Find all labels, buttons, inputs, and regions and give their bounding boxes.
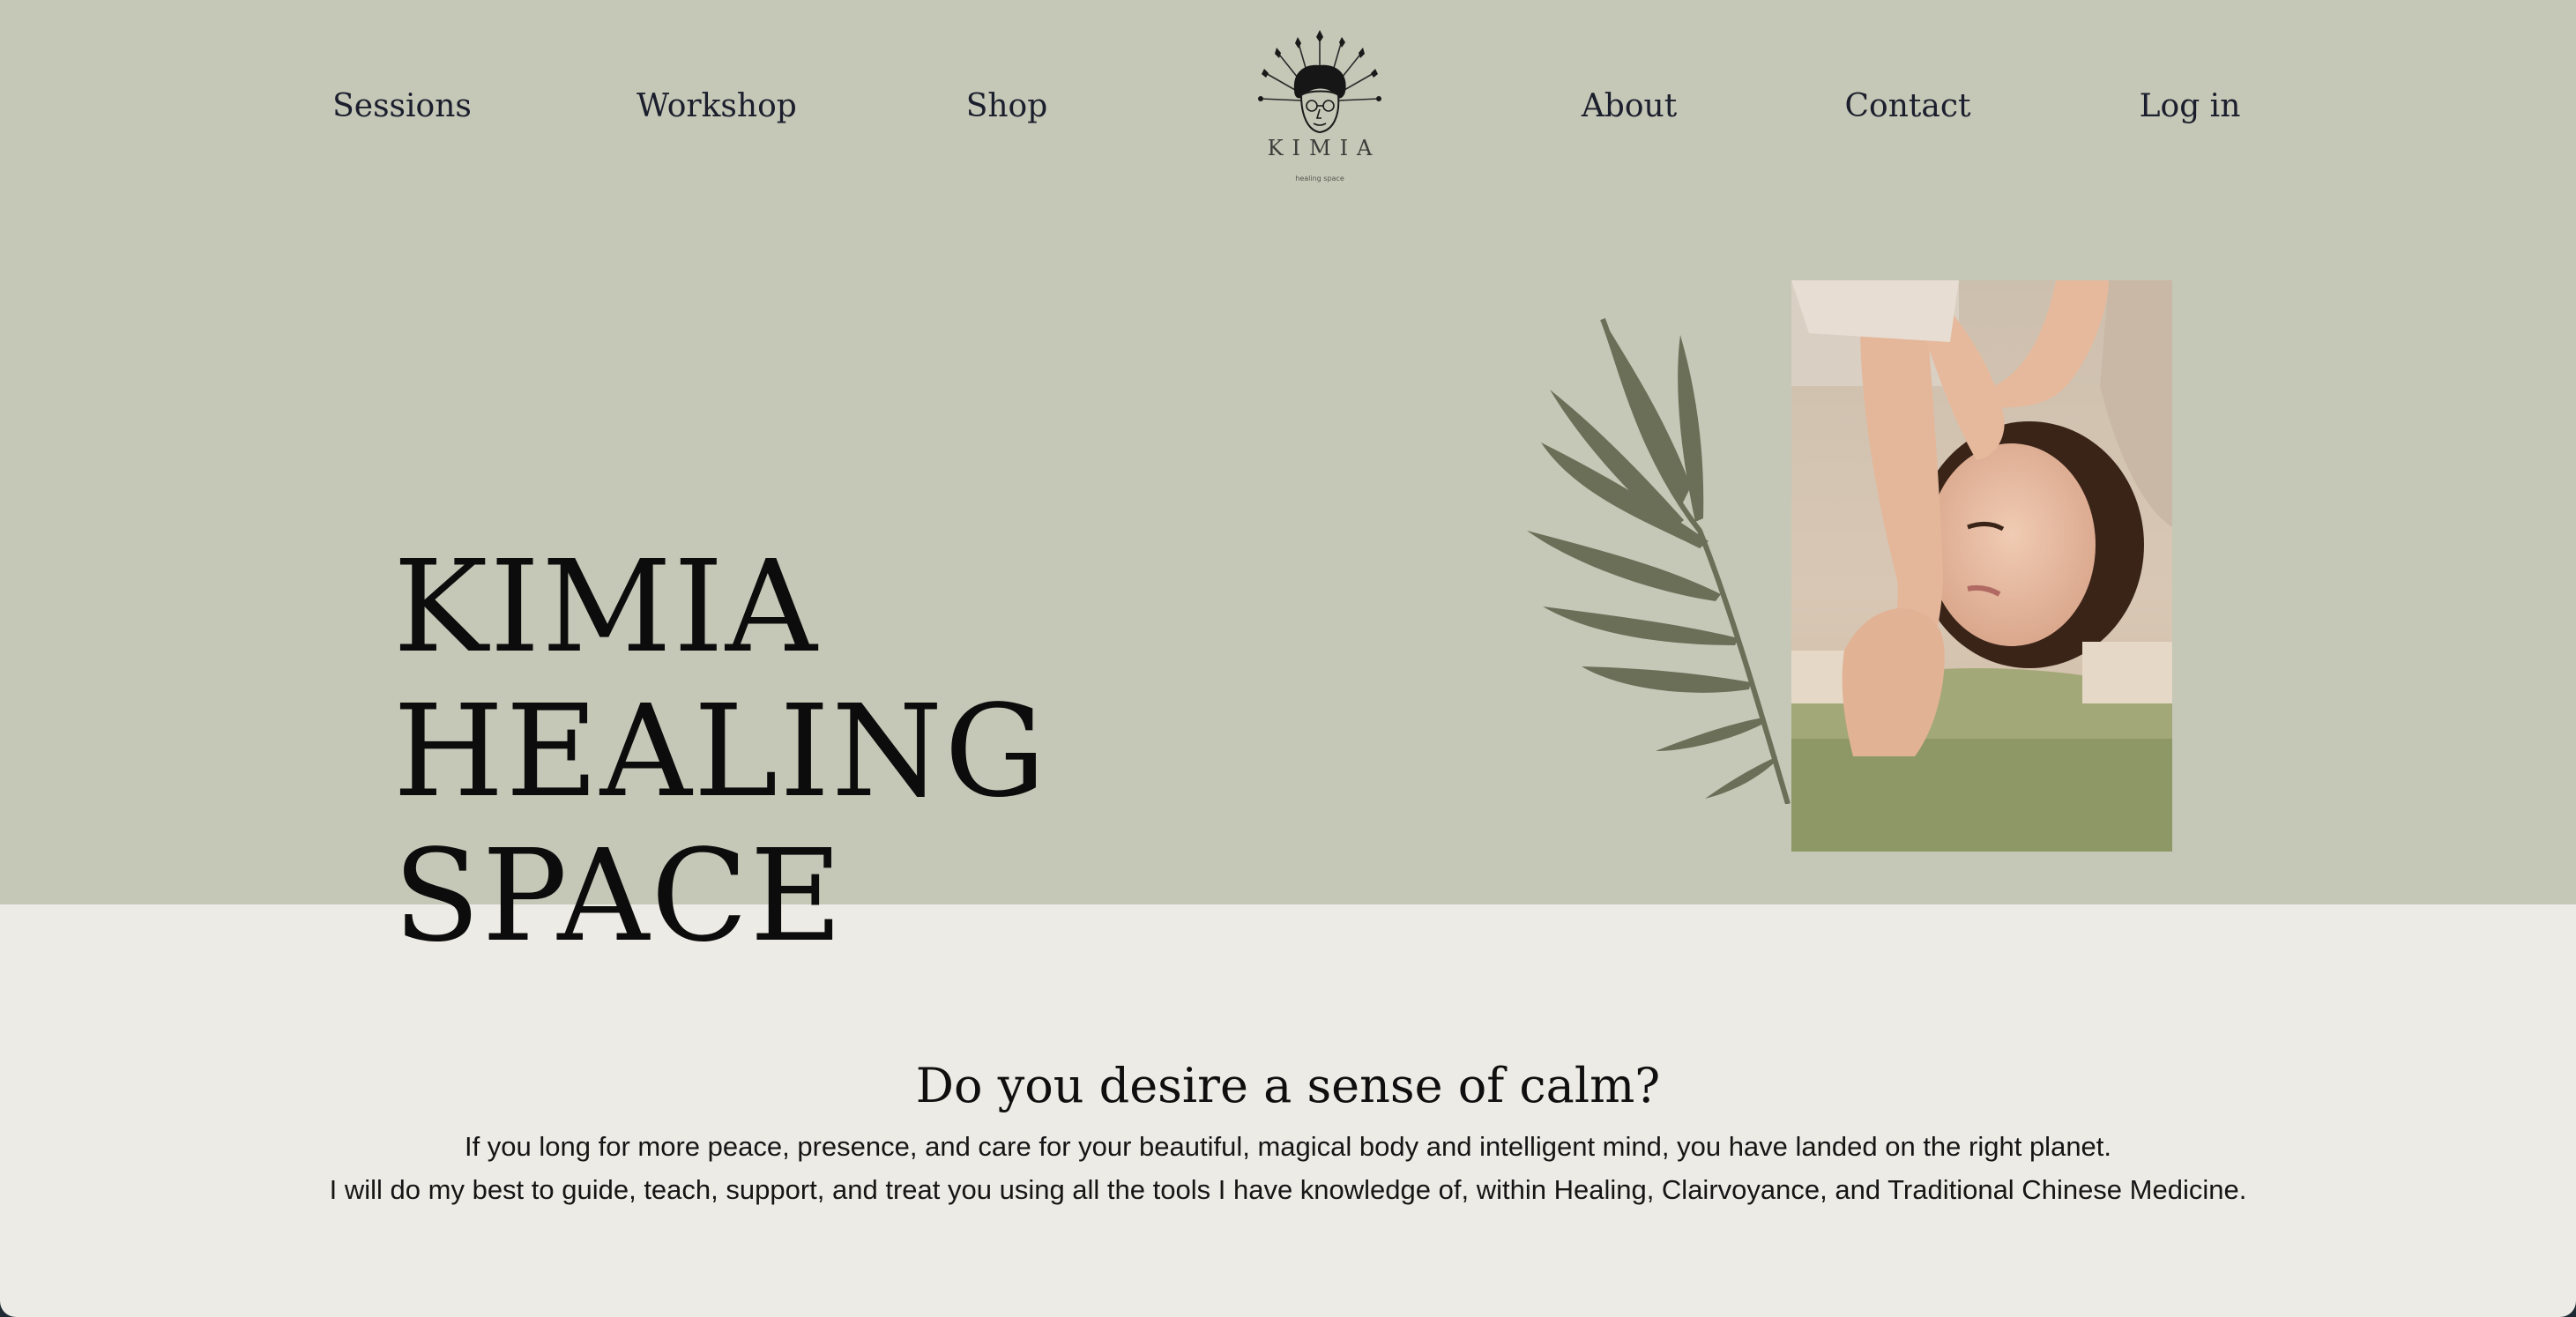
intro-line-2: I will do my best to guide, teach, suppo… — [329, 1174, 2247, 1205]
hero-section: Sessions Workshop Shop KIMIA healing spa… — [0, 0, 2576, 904]
logo-wordmark: KIMIA — [1267, 136, 1381, 160]
intro-line-1: If you long for more peace, presence, an… — [464, 1131, 2112, 1162]
nav-about[interactable]: About — [1582, 88, 1677, 124]
hero-title-line: KIMIA — [393, 532, 819, 681]
hero-title: KIMIA HEALING SPACE — [393, 534, 1187, 968]
hero-title-line: SPACE — [393, 822, 845, 970]
nav-workshop[interactable]: Workshop — [637, 88, 797, 124]
nav-contact[interactable]: Contact — [1845, 88, 1971, 124]
palm-leaf-icon — [1527, 317, 1791, 804]
site-logo[interactable]: KIMIA healing space — [1250, 28, 1389, 192]
nav-shop[interactable]: Shop — [966, 88, 1048, 124]
page: Sessions Workshop Shop KIMIA healing spa… — [0, 0, 2576, 1317]
logo-face-icon — [1258, 30, 1381, 134]
nav-login[interactable]: Log in — [2140, 88, 2241, 124]
logo-tagline: healing space — [1295, 175, 1344, 182]
intro-heading: Do you desire a sense of calm? — [915, 1058, 1661, 1113]
nav-sessions[interactable]: Sessions — [332, 88, 472, 124]
healing-session-photo — [1791, 280, 2172, 852]
hero-photo — [1791, 280, 2172, 852]
hero-title-line: HEALING — [393, 677, 1048, 825]
